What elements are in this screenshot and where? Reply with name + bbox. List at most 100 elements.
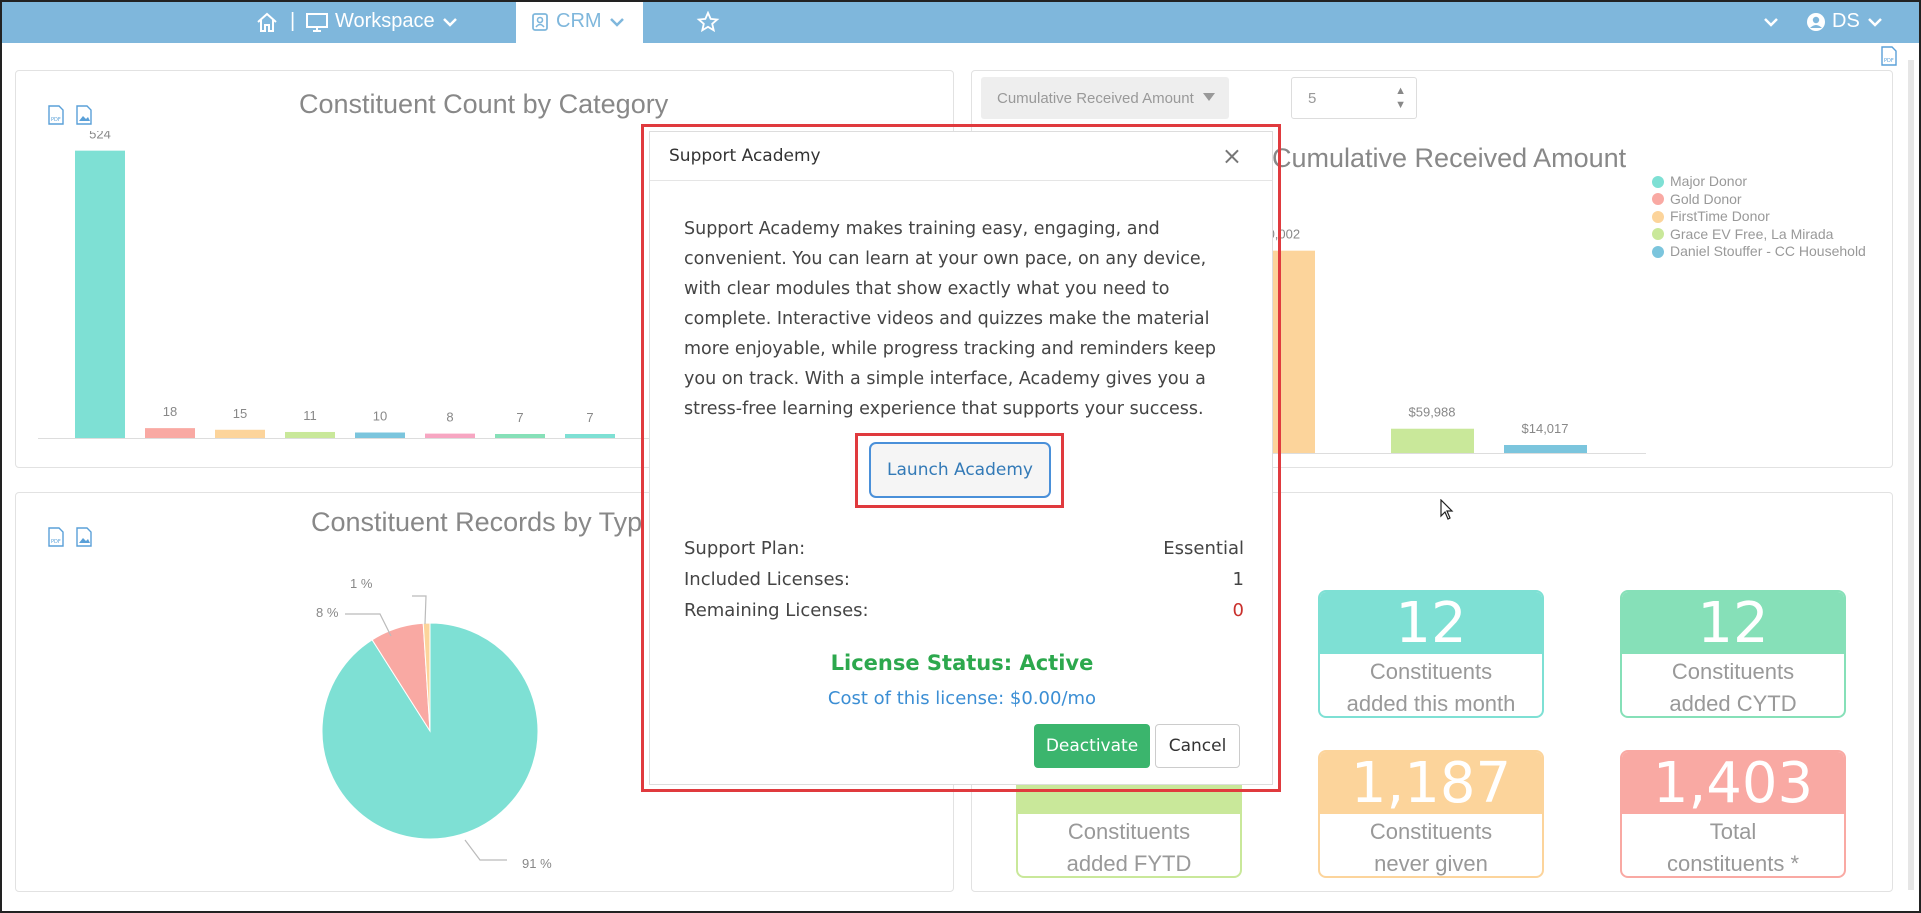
legend-item[interactable]: FirstTime Donor	[1652, 208, 1866, 226]
pie-value-label: 8 %	[316, 605, 339, 620]
chevron-down-icon	[441, 16, 459, 28]
legend-item[interactable]: Daniel Stouffer - CC Household	[1652, 243, 1866, 261]
category-chart-title: Constituent Count by Category	[299, 89, 669, 119]
stat-tile-label-line: Constituents	[1369, 659, 1493, 684]
chart-legend: Major Donor Gold Donor FirstTime Donor Grac…	[1652, 173, 1866, 261]
svg-text:PDF: PDF	[1884, 58, 1894, 64]
legend-dot-icon	[1652, 210, 1664, 223]
metric-select-value: Cumulative Received Amount	[997, 89, 1194, 107]
close-icon[interactable]: ×	[1222, 142, 1242, 170]
support-plan-value: Essential	[1163, 538, 1244, 559]
remaining-licenses-label: Remaining Licenses:	[684, 600, 869, 621]
legend-item[interactable]: Grace EV Free, La Mirada	[1652, 226, 1866, 244]
chevron-down-icon[interactable]	[1762, 0, 1780, 43]
caret-down-icon	[1203, 93, 1215, 101]
pie-leader-line	[412, 595, 427, 625]
top-n-stepper[interactable]: 5 ▲ ▼	[1291, 77, 1417, 119]
bar-value-label: 10	[373, 409, 387, 424]
stat-tile[interactable]: 12 Constituents added CYTD	[1620, 590, 1846, 718]
legend-item[interactable]: Gold Donor	[1652, 191, 1866, 209]
star-icon[interactable]	[696, 0, 720, 43]
stat-tile-label-line: never given	[1374, 851, 1488, 876]
remaining-licenses-row: Remaining Licenses: 0	[684, 600, 1244, 621]
contact-card-icon	[530, 12, 550, 32]
top-n-value: 5	[1308, 89, 1317, 107]
category-bar	[285, 431, 335, 438]
modal-title: Support Academy	[669, 146, 821, 166]
bar-value-label: 7	[586, 410, 593, 425]
modal-header: Support Academy ×	[650, 132, 1272, 181]
legend-dot-icon	[1652, 245, 1664, 258]
cumulative-chart-title: Cumulative Received Amount	[1272, 143, 1627, 173]
included-licenses-row: Included Licenses: 1	[684, 569, 1244, 590]
stat-tile-label: Constituents never given	[1320, 814, 1542, 876]
scrollbar[interactable]	[1908, 60, 1914, 890]
legend-label: Gold Donor	[1670, 190, 1742, 207]
deactivate-button[interactable]: Deactivate	[1034, 724, 1150, 768]
launch-academy-button[interactable]: Launch Academy	[869, 442, 1051, 498]
stat-tile-label: Constituents added this month	[1320, 654, 1542, 716]
pie-value-label: 91 %	[522, 856, 552, 871]
legend-label: FirstTime Donor	[1670, 208, 1770, 224]
user-circle-icon	[1806, 12, 1826, 32]
stat-tile[interactable]: 12 Constituents added this month	[1318, 590, 1544, 718]
stat-tile[interactable]: 1,187 Constituents never given	[1318, 750, 1544, 878]
category-bar	[355, 432, 405, 438]
legend-item[interactable]: Major Donor	[1652, 173, 1866, 191]
export-icons: PDF	[47, 105, 93, 125]
stat-tile-label-line: Constituents	[1369, 819, 1493, 844]
top-nav-bar: | Workspace CRM DS	[0, 0, 1921, 43]
monitor-icon	[305, 11, 329, 33]
stat-tile[interactable]: 1,403 Total constituents *	[1620, 750, 1846, 878]
bar-value-label: 15	[233, 406, 247, 421]
remaining-licenses-value: 0	[1232, 600, 1244, 621]
records-pie-chart-svg: 91 % 8 % 1 %	[316, 576, 552, 871]
nav-workspace-menu[interactable]: Workspace	[305, 0, 459, 43]
license-cost-link[interactable]: Cost of this license: $0.00/mo	[650, 688, 1274, 709]
nav-workspace-label: Workspace	[335, 10, 435, 32]
cumulative-bar	[1391, 428, 1474, 453]
category-bar	[565, 434, 615, 438]
stat-tile-label: Constituents added CYTD	[1622, 654, 1844, 716]
chevron-down-icon	[1866, 16, 1884, 28]
category-bar	[75, 150, 125, 439]
metric-select[interactable]: Cumulative Received Amount	[981, 77, 1229, 119]
pdf-export-icon[interactable]: PDF	[1880, 46, 1898, 71]
category-bar	[145, 428, 195, 438]
bar-value-label: $59,988	[1409, 405, 1456, 420]
bar-value-label: 18	[163, 404, 177, 419]
cancel-button[interactable]: Cancel	[1155, 724, 1240, 768]
stat-tile-number: 1,187	[1320, 752, 1542, 816]
category-bar	[215, 429, 265, 438]
image-export-icon[interactable]	[75, 527, 93, 547]
license-status: License Status: Active	[830, 651, 1094, 675]
svg-text:PDF: PDF	[51, 117, 61, 123]
stat-tile-number: 12	[1320, 592, 1542, 656]
stat-tile-label-line: constituents *	[1666, 851, 1800, 876]
legend-dot-icon	[1652, 228, 1664, 241]
nav-crm-menu[interactable]: CRM	[516, 0, 643, 43]
svg-text:PDF: PDF	[51, 539, 61, 545]
nav-crm-label: CRM	[556, 10, 602, 32]
included-licenses-value: 1	[1232, 569, 1244, 590]
modal-description: Support Academy makes training easy, eng…	[684, 219, 1216, 419]
stat-tile-label-line: Total	[1709, 819, 1757, 844]
pdf-export-icon[interactable]: PDF	[47, 105, 65, 125]
pie-value-label: 1 %	[350, 576, 373, 591]
category-bar	[495, 434, 545, 438]
stat-tile-number: 1,403	[1622, 752, 1844, 816]
stat-tile-label: Constituents added FYTD	[1018, 814, 1240, 876]
stat-tile-label-line: added CYTD	[1669, 691, 1797, 716]
stat-tile-label-line: added FYTD	[1066, 851, 1192, 876]
cumulative-bar	[1504, 445, 1587, 453]
home-icon[interactable]	[255, 0, 279, 43]
legend-dot-icon	[1652, 193, 1664, 206]
spinner-arrows-icon[interactable]: ▲ ▼	[1395, 84, 1406, 112]
image-export-icon[interactable]	[75, 105, 93, 125]
pdf-export-icon[interactable]: PDF	[47, 527, 65, 547]
included-licenses-label: Included Licenses:	[684, 569, 850, 590]
user-menu[interactable]: DS	[1806, 0, 1884, 43]
bar-value-label: 11	[303, 408, 317, 423]
stat-tile-label: Total constituents *	[1622, 814, 1844, 876]
support-academy-modal: Support Academy × Support Academy makes …	[649, 131, 1273, 785]
